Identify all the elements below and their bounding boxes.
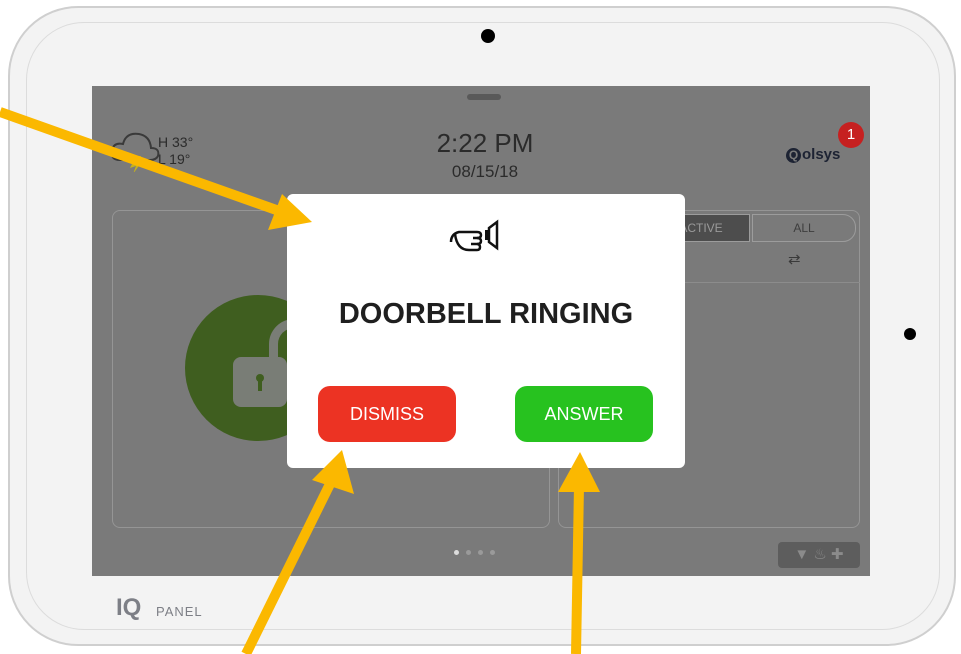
page-indicator	[454, 550, 514, 556]
emergency-button[interactable]: ▼ ♨ ✚	[778, 542, 860, 568]
doorbell-icon	[449, 219, 499, 252]
page-dot	[466, 550, 471, 555]
logo-text: PANEL	[156, 604, 203, 619]
dialog-title: DOORBELL RINGING	[338, 298, 634, 330]
weather-temps: H 33° L 19°	[158, 134, 193, 168]
shield-icon: ▼	[794, 546, 810, 563]
pull-down-handle[interactable]	[467, 94, 501, 100]
weather-high: H 33°	[158, 134, 194, 150]
brand-initial: Q	[786, 148, 801, 163]
tab-all[interactable]: ALL	[752, 214, 856, 242]
brand-name: olsys	[802, 146, 841, 163]
clock-date: 08/15/18	[451, 162, 519, 181]
page-dot	[478, 550, 483, 555]
page-dot	[490, 550, 495, 555]
answer-button[interactable]: ANSWER	[515, 386, 653, 442]
page-dot-active	[454, 550, 459, 555]
doorbell-dialog: DOORBELL RINGING DISMISS ANSWER	[287, 194, 685, 468]
logo-mark: IQ	[116, 594, 142, 621]
dismiss-button[interactable]: DISMISS	[318, 386, 456, 442]
medical-icon: ✚	[831, 546, 844, 563]
sensor-dot	[904, 328, 916, 340]
fire-icon: ♨	[813, 546, 827, 563]
camera-dot	[481, 29, 495, 43]
notification-badge[interactable]: 1	[838, 122, 864, 148]
clock-time: 2:22 PM	[436, 128, 534, 158]
keyhole-icon	[256, 374, 264, 391]
brand-logo: Qolsys	[786, 146, 840, 163]
link-icon: ⇄	[788, 251, 801, 268]
weather-low: L 19°	[158, 151, 191, 167]
